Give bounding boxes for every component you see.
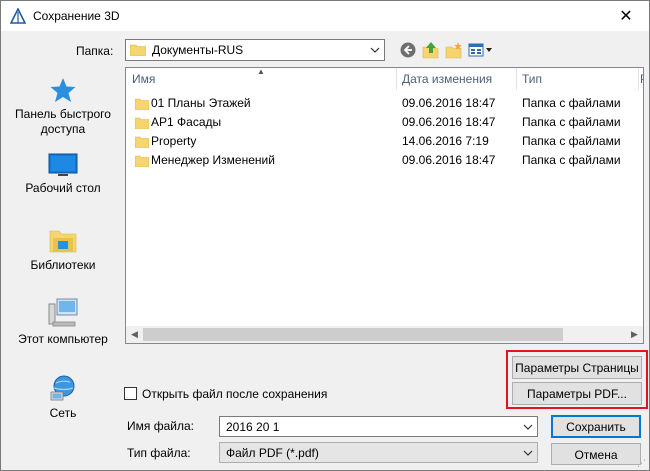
- file-type: Папка с файлами: [522, 134, 621, 148]
- libraries-icon: [49, 230, 77, 253]
- place-label: Этот компьютер: [18, 332, 108, 346]
- place-quick-access[interactable]: Панель быстрого доступа: [9, 77, 117, 137]
- column-header-label: Р: [640, 72, 643, 86]
- close-button[interactable]: ✕: [603, 1, 649, 31]
- scroll-left-icon[interactable]: ◀: [126, 326, 143, 343]
- file-type: Папка с файлами: [522, 115, 621, 129]
- table-row[interactable]: Менеджер Изменений 09.06.2016 18:47 Папк…: [126, 151, 643, 170]
- save-dialog: Сохранение 3D ✕ Папка: Документы-RUS Пан…: [0, 0, 650, 471]
- chevron-down-icon[interactable]: [366, 40, 384, 60]
- open-after-save-label: Открыть файл после сохранения: [142, 387, 328, 401]
- folder-icon: [135, 117, 149, 129]
- pdf-params-button[interactable]: Параметры PDF...: [512, 382, 642, 405]
- place-label: Панель быстрого доступа: [15, 107, 111, 136]
- place-this-pc[interactable]: Этот компьютер: [9, 298, 117, 347]
- filename-value: 2016 20 1: [226, 419, 280, 434]
- column-header-label: Тип: [522, 72, 543, 86]
- chevron-down-icon[interactable]: [519, 443, 537, 463]
- table-row[interactable]: АР1 Фасады 09.06.2016 18:47 Папка с файл…: [126, 113, 643, 132]
- file-name: 01 Планы Этажей: [151, 96, 251, 110]
- open-after-save-checkbox[interactable]: [124, 387, 137, 400]
- column-header-date[interactable]: Дата изменения: [396, 68, 516, 90]
- place-network[interactable]: Сеть: [9, 374, 117, 421]
- page-params-button[interactable]: Параметры Страницы: [512, 356, 642, 379]
- filetype-dropdown[interactable]: Файл PDF (*.pdf): [219, 442, 538, 463]
- folder-value: Документы-RUS: [152, 43, 244, 57]
- desktop-icon: [48, 153, 78, 176]
- column-header-type[interactable]: Тип: [516, 68, 638, 90]
- file-date: 09.06.2016 18:47: [402, 115, 496, 129]
- file-date: 09.06.2016 18:47: [402, 153, 496, 167]
- folder-icon: [135, 155, 149, 167]
- column-header-size[interactable]: Р: [638, 68, 643, 90]
- column-header-name[interactable]: Имя: [126, 68, 396, 90]
- column-header-label: Дата изменения: [402, 72, 493, 86]
- app-icon: [10, 8, 26, 24]
- resize-grip-icon[interactable]: ⋰: [637, 458, 647, 468]
- file-name: АР1 Фасады: [151, 115, 222, 129]
- file-list[interactable]: ▲ Имя Дата изменения Тип Р 01 Планы Этаж…: [125, 67, 644, 344]
- file-type: Папка с файлами: [522, 96, 621, 110]
- folder-dropdown[interactable]: Документы-RUS: [125, 39, 385, 61]
- file-date: 14.06.2016 7:19: [402, 134, 489, 148]
- table-row[interactable]: Property 14.06.2016 7:19 Папка с файлами: [126, 132, 643, 151]
- chevron-down-icon[interactable]: [519, 417, 537, 437]
- folder-icon: [135, 136, 149, 148]
- file-date: 09.06.2016 18:47: [402, 96, 496, 110]
- table-row[interactable]: 01 Планы Этажей 09.06.2016 18:47 Папка с…: [126, 94, 643, 113]
- place-label: Сеть: [49, 406, 77, 420]
- new-folder-icon[interactable]: [445, 41, 463, 59]
- view-menu-icon[interactable]: [468, 41, 496, 59]
- scrollbar-thumb[interactable]: [143, 328, 563, 341]
- star-icon: [50, 78, 76, 102]
- computer-icon: [48, 298, 78, 327]
- folder-icon: [130, 44, 146, 56]
- horizontal-scrollbar[interactable]: ◀ ▶: [126, 326, 643, 343]
- file-name: Property: [151, 134, 197, 148]
- filename-input[interactable]: 2016 20 1: [219, 416, 538, 437]
- scroll-right-icon[interactable]: ▶: [626, 326, 643, 343]
- folder-icon: [135, 98, 149, 110]
- folder-label: Папка:: [76, 44, 114, 58]
- back-icon[interactable]: [399, 41, 417, 59]
- place-desktop[interactable]: Рабочий стол: [9, 153, 117, 196]
- up-folder-icon[interactable]: [422, 41, 440, 59]
- title-bar[interactable]: Сохранение 3D ✕: [1, 1, 649, 31]
- filetype-label: Тип файла:: [127, 446, 191, 460]
- column-header-label: Имя: [132, 72, 156, 86]
- place-label: Библиотеки: [30, 258, 96, 272]
- filetype-value: Файл PDF (*.pdf): [226, 445, 319, 460]
- cancel-button[interactable]: Отмена: [551, 443, 641, 465]
- file-type: Папка с файлами: [522, 153, 621, 167]
- place-label: Рабочий стол: [25, 181, 101, 195]
- network-icon: [50, 375, 75, 401]
- file-name: Менеджер Изменений: [151, 153, 275, 167]
- filename-label: Имя файла:: [127, 419, 194, 433]
- save-button[interactable]: Сохранить: [551, 415, 641, 438]
- close-icon: ✕: [619, 8, 633, 25]
- window-title: Сохранение 3D: [33, 9, 120, 23]
- place-libraries[interactable]: Библиотеки: [9, 226, 117, 273]
- places-sidebar: Панель быстрого доступа Рабочий стол Биб…: [9, 67, 117, 435]
